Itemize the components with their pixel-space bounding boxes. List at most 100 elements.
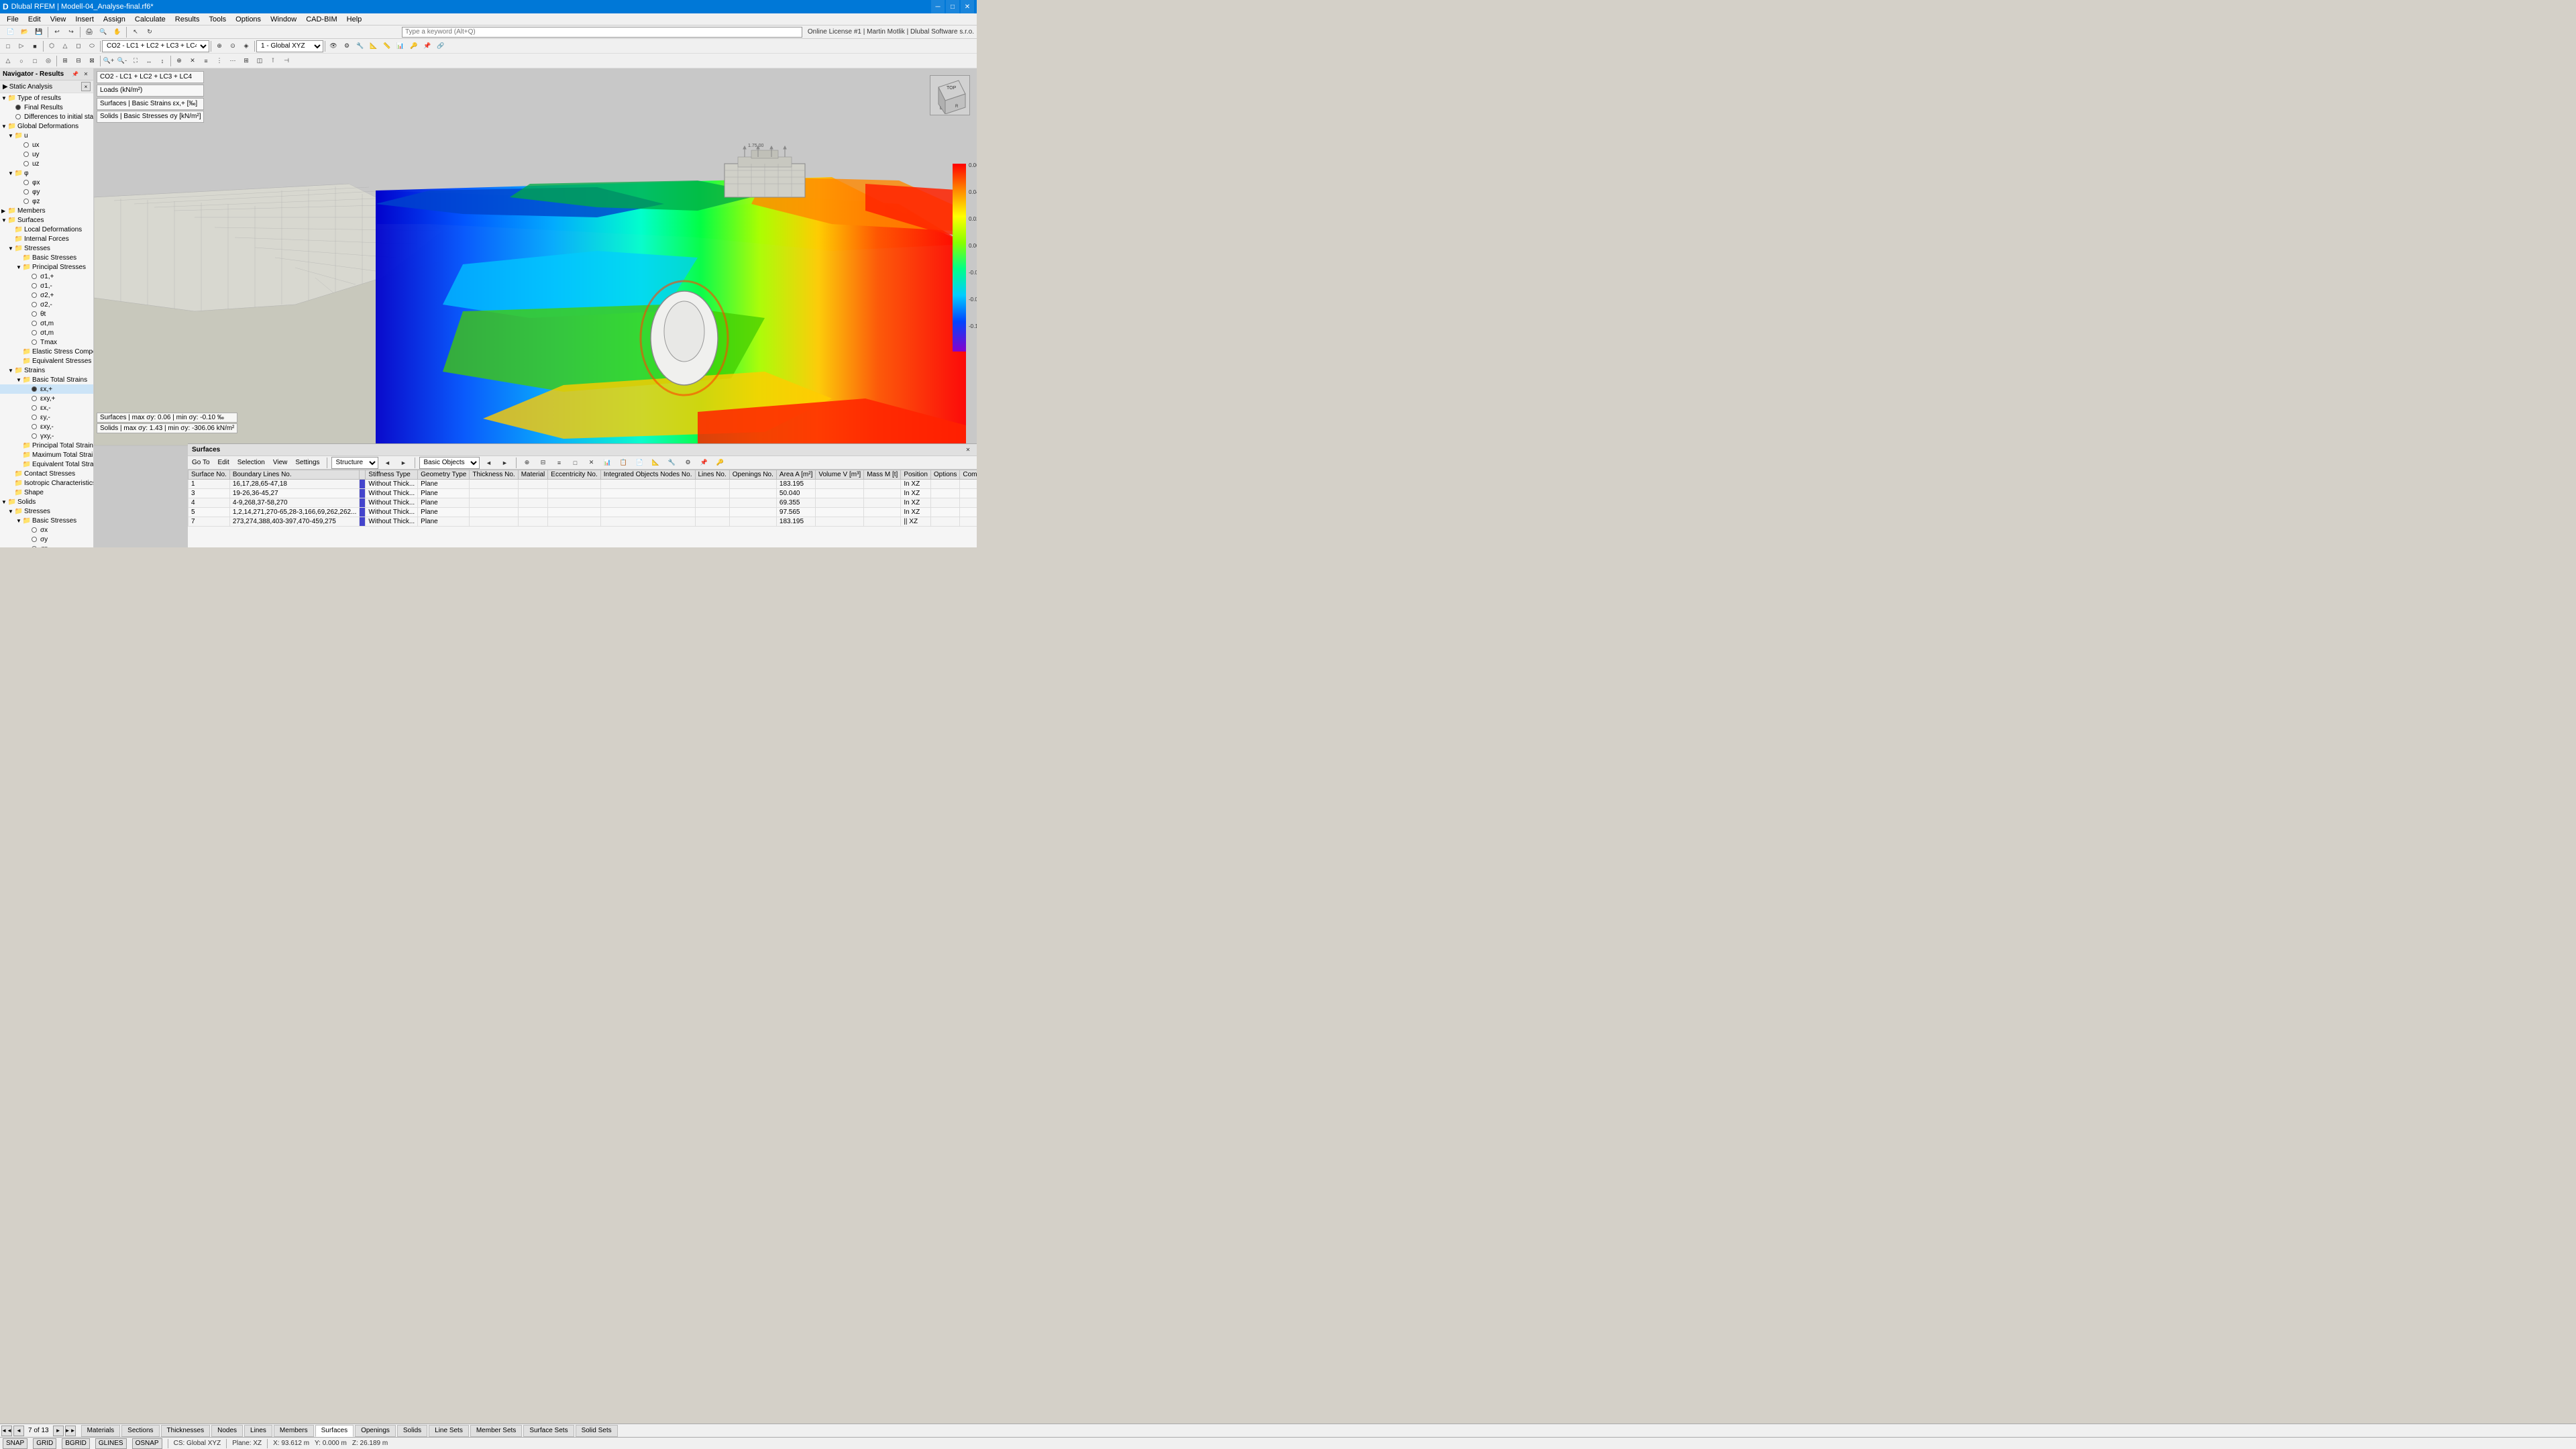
bottom-tb5[interactable]: ✕ xyxy=(585,456,598,470)
col-lines[interactable]: Lines No. xyxy=(695,470,729,480)
view-combo[interactable]: 1 - Global XYZ xyxy=(256,40,323,52)
tree-phiz[interactable]: φz xyxy=(0,197,93,206)
tb-1[interactable]: ⬡ xyxy=(45,40,58,53)
menu-options[interactable]: Options xyxy=(231,13,265,25)
bottom-tb1[interactable]: ⊕ xyxy=(521,456,534,470)
tree-uy[interactable]: uy xyxy=(0,150,93,159)
tb-vis-7[interactable]: 🔑 xyxy=(407,40,421,53)
col-nodes[interactable]: Integrated Objects Nodes No. xyxy=(600,470,695,480)
table-row[interactable]: 3 19-26,36-45,27 Without Thick... Plane … xyxy=(189,489,977,498)
col-area[interactable]: Area A [m²] xyxy=(776,470,815,480)
bottom-tb10[interactable]: 🔧 xyxy=(665,456,679,470)
bottom-tb9[interactable]: 📐 xyxy=(649,456,663,470)
tree-contact-stresses[interactable]: 📁 Contact Stresses xyxy=(0,469,93,478)
tree-basic-total-strains[interactable]: ▼ 📁 Basic Total Strains xyxy=(0,375,93,384)
tb-r9[interactable]: 🔍- xyxy=(115,54,129,68)
tb-r4[interactable]: ◎ xyxy=(42,54,55,68)
tree-exy-minus[interactable]: εxy,- xyxy=(0,422,93,431)
tab-solid-sets[interactable]: Solid Sets xyxy=(576,1425,618,1437)
tb-r13[interactable]: ⊕ xyxy=(172,54,186,68)
menu-results[interactable]: Results xyxy=(171,13,204,25)
menu-assign[interactable]: Assign xyxy=(99,13,129,25)
tree-principal-stresses[interactable]: ▼ 📁 Principal Stresses xyxy=(0,262,93,272)
tb-4[interactable]: ⬭ xyxy=(85,40,99,53)
tree-elastic-stress[interactable]: 📁 Elastic Stress Components xyxy=(0,347,93,356)
tb-vis-9[interactable]: 🔗 xyxy=(434,40,447,53)
tb-7[interactable]: ◈ xyxy=(239,40,253,53)
zoom-button[interactable]: 🔍 xyxy=(97,25,110,39)
col-openings[interactable]: Openings No. xyxy=(729,470,776,480)
tree-sigma1minus[interactable]: σ1,- xyxy=(0,281,93,290)
tree-sigma-y[interactable]: σy xyxy=(0,535,93,544)
tree-ux[interactable]: ux xyxy=(0,140,93,150)
close-button[interactable]: ✕ xyxy=(961,0,974,13)
tree-ex-plus[interactable]: εx,+ xyxy=(0,384,93,394)
snap-button[interactable]: SNAP xyxy=(3,1438,28,1449)
bgrid-button[interactable]: BGRID xyxy=(62,1438,90,1449)
tab-solids[interactable]: Solids xyxy=(397,1425,427,1437)
table-row[interactable]: 1 16,17,28,65-47,18 Without Thick... Pla… xyxy=(189,480,977,489)
col-volume[interactable]: Volume V [m³] xyxy=(816,470,864,480)
lc-combo[interactable]: CO2 - LC1 + LC2 + LC3 + LC4 xyxy=(102,40,209,52)
tree-members[interactable]: ▶ 📁 Members xyxy=(0,206,93,215)
basic-objects-dropdown[interactable]: Basic Objects xyxy=(419,457,480,469)
tab-sections[interactable]: Sections xyxy=(121,1425,159,1437)
col-mass[interactable]: Mass M [t] xyxy=(864,470,901,480)
tree-tmax[interactable]: Tmax xyxy=(0,337,93,347)
tb-r15[interactable]: ≡ xyxy=(199,54,213,68)
table-row[interactable]: 7 273,274,388,403-397,470-459,275 Withou… xyxy=(189,517,977,527)
col-position[interactable]: Position xyxy=(901,470,931,480)
bottom-tb12[interactable]: 📌 xyxy=(698,456,711,470)
tree-principal-total-strains[interactable]: 📁 Principal Total Strains xyxy=(0,441,93,450)
glines-button[interactable]: GLINES xyxy=(95,1438,127,1449)
tree-exy-plus[interactable]: εxy,+ xyxy=(0,394,93,403)
menu-tools[interactable]: Tools xyxy=(205,13,230,25)
osnap-button[interactable]: OSNAP xyxy=(132,1438,162,1449)
tree-sigma-z[interactable]: σz xyxy=(0,544,93,547)
tab-lines[interactable]: Lines xyxy=(244,1425,272,1437)
menu-calculate[interactable]: Calculate xyxy=(131,13,170,25)
bottom-edit[interactable]: Edit xyxy=(215,457,232,469)
tree-global-deformations[interactable]: ▼ 📁 Global Deformations xyxy=(0,121,93,131)
tb-6[interactable]: ⊙ xyxy=(226,40,239,53)
tb-save[interactable]: ■ xyxy=(28,40,42,53)
tb-r18[interactable]: ⊞ xyxy=(239,54,253,68)
tb-r21[interactable]: ⊣ xyxy=(280,54,293,68)
new-button[interactable]: 📄 xyxy=(4,25,17,39)
bottom-tb3[interactable]: ≡ xyxy=(553,456,566,470)
tab-materials[interactable]: Materials xyxy=(81,1425,121,1437)
tree-sigma1plus[interactable]: σ1,+ xyxy=(0,272,93,281)
tree-sigma2minus[interactable]: σ2,- xyxy=(0,300,93,309)
tb-r17[interactable]: ⋯ xyxy=(226,54,239,68)
grid-button[interactable]: GRID xyxy=(33,1438,56,1449)
tree-type-of-results[interactable]: ▼ 📁 Type of results xyxy=(0,93,93,103)
bottom-tb11[interactable]: ⚙ xyxy=(682,456,695,470)
basic-next[interactable]: ► xyxy=(498,456,512,470)
tree-theta-t[interactable]: θt xyxy=(0,309,93,319)
tb-vis-3[interactable]: 🔧 xyxy=(354,40,367,53)
col-boundary[interactable]: Boundary Lines No. xyxy=(229,470,360,480)
tb-r12[interactable]: ↕ xyxy=(156,54,169,68)
tb-r16[interactable]: ⋮ xyxy=(213,54,226,68)
tab-thicknesses[interactable]: Thicknesses xyxy=(161,1425,211,1437)
tb-r3[interactable]: □ xyxy=(28,54,42,68)
tree-solid-stresses[interactable]: ▼ 📁 Stresses xyxy=(0,506,93,516)
tb-r19[interactable]: ◫ xyxy=(253,54,266,68)
tree-phiy[interactable]: φy xyxy=(0,187,93,197)
tree-strains[interactable]: ▼ 📁 Strains xyxy=(0,366,93,375)
tree-sigma2plus[interactable]: σ2,+ xyxy=(0,290,93,300)
save-button[interactable]: 💾 xyxy=(32,25,46,39)
bottom-tb13[interactable]: 🔑 xyxy=(714,456,727,470)
bottom-selection[interactable]: Selection xyxy=(235,457,268,469)
table-row[interactable]: 5 1,2,14,271,270-65,28-3,166,69,262,262.… xyxy=(189,508,977,517)
tree-sigma-tm1[interactable]: σt,m xyxy=(0,319,93,328)
tb-r20[interactable]: ⊺ xyxy=(266,54,280,68)
tree-equiv-total-strains[interactable]: 📁 Equivalent Total Strains xyxy=(0,460,93,469)
nav-close[interactable]: ✕ xyxy=(81,70,91,79)
tree-phix[interactable]: φx xyxy=(0,178,93,187)
tree-sigma-x[interactable]: σx xyxy=(0,525,93,535)
maximize-button[interactable]: □ xyxy=(946,0,959,13)
structure-next[interactable]: ► xyxy=(397,456,411,470)
tb-open[interactable]: ▷ xyxy=(15,40,28,53)
tb-vis-2[interactable]: ⚙ xyxy=(340,40,354,53)
